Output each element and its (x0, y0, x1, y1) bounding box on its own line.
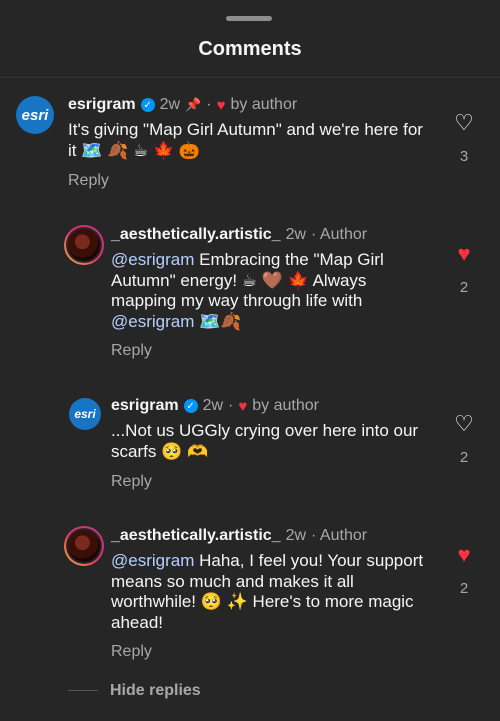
liked-by-author-label: by author (252, 397, 319, 414)
username[interactable]: esrigram (68, 96, 136, 114)
comment-text: @esrigram Haha, I feel you! Your support… (111, 551, 431, 633)
like-control: ♡ 2 (449, 413, 479, 467)
author-liked-heart-icon: ♥ (238, 397, 248, 415)
heart-icon[interactable]: ♡ (449, 413, 479, 435)
heart-icon[interactable]: ♥ (449, 243, 479, 265)
timestamp: 2w (159, 96, 181, 113)
timestamp: 2w (202, 397, 224, 414)
separator: · (228, 397, 234, 414)
comment-text-content: ...Not us UGGly crying over here into ou… (111, 421, 419, 461)
reply-button[interactable]: Reply (111, 473, 152, 491)
mention-link[interactable]: @esrigram (111, 250, 194, 269)
username[interactable]: _aesthetically.artistic_ (111, 226, 281, 244)
comment-text-content: It's giving "Map Girl Autumn" and we're … (68, 120, 423, 160)
pin-icon: 📌 (185, 97, 202, 112)
mention-link[interactable]: @esrigram (111, 551, 194, 570)
like-count: 3 (459, 148, 469, 165)
verified-badge-icon: ✓ (140, 98, 155, 112)
separator: · (206, 96, 212, 113)
hide-replies-line (68, 690, 98, 691)
liked-by-author-label: by author (230, 96, 298, 113)
author-tag: · Author (311, 226, 368, 243)
avatar-aesthetically-artistic[interactable] (64, 526, 104, 566)
comments-sheet: Comments esri esrigram ✓ 2w 📌 · ♥ by aut… (0, 0, 500, 721)
comment-text-suffix: 🗺️🍂 (194, 311, 242, 331)
like-count: 2 (459, 580, 469, 597)
author-liked-heart-icon: ♥ (216, 96, 226, 114)
username[interactable]: esrigram (111, 397, 179, 415)
header-divider (0, 77, 500, 78)
comment-meta: _aesthetically.artistic_ 2w · Author (111, 226, 367, 244)
timestamp: 2w (285, 527, 307, 544)
reply-button[interactable]: Reply (111, 342, 152, 360)
like-count: 2 (459, 279, 469, 296)
comment-text: ...Not us UGGly crying over here into ou… (111, 421, 431, 462)
author-tag: · Author (311, 527, 368, 544)
comment-text: @esrigram Embracing the "Map Girl Autumn… (111, 250, 431, 332)
like-count: 2 (459, 449, 469, 466)
verified-badge-icon: ✓ (183, 399, 198, 413)
comment-text: It's giving "Map Girl Autumn" and we're … (68, 120, 423, 161)
heart-icon[interactable]: ♥ (449, 544, 479, 566)
reply-button[interactable]: Reply (68, 172, 109, 190)
heart-icon[interactable]: ♡ (449, 112, 479, 134)
hide-replies-button[interactable]: Hide replies (110, 682, 201, 700)
drag-handle[interactable] (226, 16, 272, 21)
avatar-esrigram[interactable]: esri (69, 398, 101, 430)
avatar-aesthetically-artistic[interactable] (64, 225, 104, 265)
username[interactable]: _aesthetically.artistic_ (111, 527, 281, 545)
avatar-esrigram[interactable]: esri (16, 96, 54, 134)
timestamp: 2w (285, 226, 307, 243)
page-title: Comments (198, 38, 302, 60)
like-control: ♥ 2 (449, 544, 479, 598)
reply-button[interactable]: Reply (111, 643, 152, 661)
like-control: ♥ 2 (449, 243, 479, 297)
like-control: ♡ 3 (449, 112, 479, 166)
comment-meta: _aesthetically.artistic_ 2w · Author (111, 527, 367, 545)
comment-meta: esrigram ✓ 2w 📌 · ♥ by author (68, 96, 297, 114)
comment-meta: esrigram ✓ 2w · ♥ by author (111, 397, 319, 415)
avatar-label: esri (21, 106, 49, 124)
avatar-label: esri (74, 407, 96, 421)
mention-link[interactable]: @esrigram (111, 312, 194, 331)
